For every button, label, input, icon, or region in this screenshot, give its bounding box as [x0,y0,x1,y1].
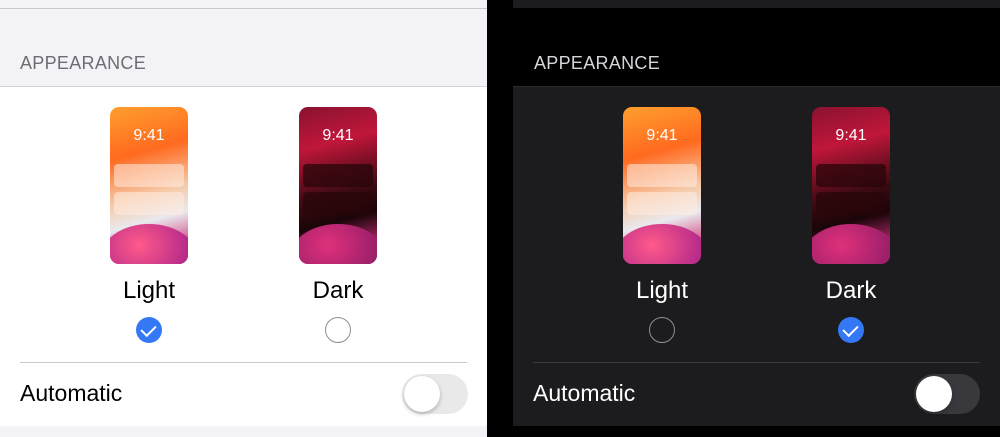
appearance-section-header: APPEARANCE [20,53,147,73]
toggle-knob [404,376,440,412]
preview-notification [816,192,886,215]
toggle-knob [916,376,952,412]
preview-wallpaper-shape [812,224,890,264]
automatic-label: Automatic [533,380,636,406]
preview-notification [114,192,184,215]
preview-wallpaper-shape [299,224,377,264]
preview-notification [816,164,886,187]
preview-clock: 9:41 [835,127,867,144]
light-option-radio-icon[interactable] [649,317,675,343]
preview-wallpaper-shape [110,224,188,264]
light-option-label: Light [635,277,689,304]
light-wallpaper-preview[interactable]: 9:41 [110,107,188,264]
top-separator [0,0,487,9]
automatic-label: Automatic [20,380,123,406]
preview-notification [627,192,697,215]
bottom-background [0,426,487,437]
preview-notification [303,192,373,215]
dark-mode-settings-panel: APPEARANCE 9:41 Light 9:41 Dark Automati… [487,0,1000,437]
preview-clock: 9:41 [133,127,165,144]
appearance-group: 9:41 Light 9:41 Dark Automatic [513,86,1000,426]
preview-notification [627,164,697,187]
dark-option-label: Dark [312,277,364,304]
preview-wallpaper-shape [623,224,701,264]
dark-wallpaper-preview[interactable]: 9:41 [812,107,890,264]
row-divider [533,362,980,363]
dark-appearance-option[interactable]: 9:41 Dark [258,87,418,343]
light-option-label: Light [122,277,176,304]
light-appearance-option[interactable]: 9:41 Light [69,87,229,343]
dark-appearance-option[interactable]: 9:41 Dark [771,87,931,343]
dark-wallpaper-preview[interactable]: 9:41 [299,107,377,264]
dark-option-label: Dark [825,277,877,304]
preview-notification [114,164,184,187]
top-separator [513,0,1000,8]
light-wallpaper-preview[interactable]: 9:41 [623,107,701,264]
bottom-background [513,426,1000,437]
light-mode-settings-panel: APPEARANCE 9:41 Light 9:41 Dark Automati… [0,0,487,437]
appearance-group: 9:41 Light 9:41 Dark Automatic [0,86,487,427]
dark-option-radio-icon[interactable] [325,317,351,343]
appearance-section-header: APPEARANCE [534,53,661,73]
preview-notification [303,164,373,187]
preview-clock: 9:41 [646,127,678,144]
dark-option-checkmark-icon[interactable] [838,317,864,343]
light-option-checkmark-icon[interactable] [136,317,162,343]
automatic-toggle[interactable] [402,374,468,414]
automatic-toggle[interactable] [914,374,980,414]
preview-clock: 9:41 [322,127,354,144]
light-appearance-option[interactable]: 9:41 Light [582,87,742,343]
row-divider [20,362,467,363]
